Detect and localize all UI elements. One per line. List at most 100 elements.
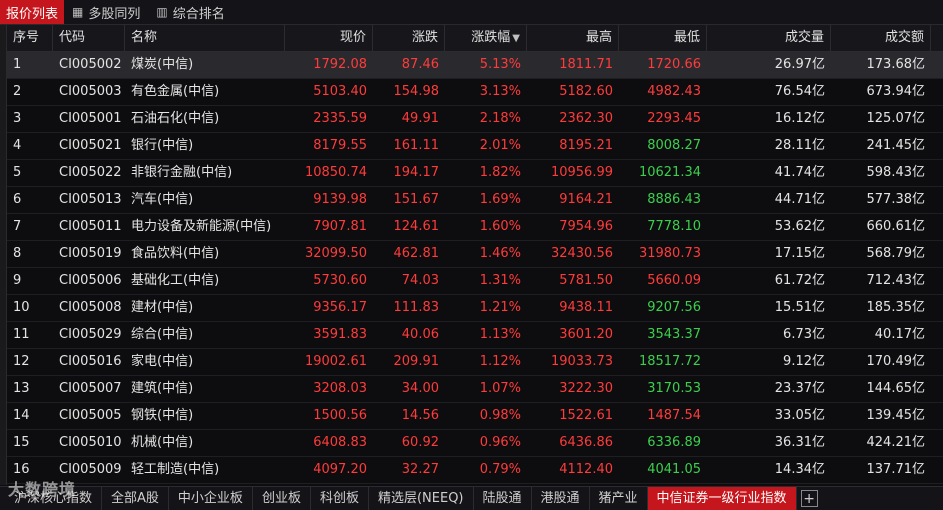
grid-icon: ▦ [72, 5, 84, 19]
row-high: 2362.30 [559, 111, 613, 126]
tab-quote-list[interactable]: 报价列表 [0, 0, 65, 24]
col-header-name[interactable]: 名称 [125, 25, 285, 51]
row-name: 食品饮料(中信) [131, 246, 220, 261]
bottom-tab-0[interactable]: 沪深核心指数 [0, 487, 103, 510]
top-tab-bar: 报价列表 ▦ 多股同列 ▥ 综合排名 [0, 0, 943, 25]
row-low: 8008.27 [647, 138, 701, 153]
table-row[interactable]: 13 CI005007 建筑(中信) 3208.03 34.00 1.07% 3222.30… [7, 376, 943, 403]
col-header-index[interactable]: 序号 [7, 25, 53, 51]
row-price: 9356.17 [313, 300, 367, 315]
row-amount: 40.17亿 [874, 327, 925, 342]
row-index: 10 [13, 300, 30, 315]
col-header-amount[interactable]: 成交额 [831, 25, 931, 51]
row-pct: 0.79% [479, 462, 521, 477]
bottom-tab-6[interactable]: 陆股通 [474, 487, 532, 510]
col-header-volume[interactable]: 成交量 [707, 25, 831, 51]
col-header-code[interactable]: 代码 [53, 25, 125, 51]
add-tab-plus-icon[interactable]: + [800, 490, 818, 507]
row-volume: 41.74亿 [774, 165, 825, 180]
bottom-tab-1[interactable]: 全部A股 [102, 487, 169, 510]
table-row[interactable]: 15 CI005010 机械(中信) 6408.83 60.92 0.96% 6436.86… [7, 430, 943, 457]
row-amount: 424.21亿 [866, 435, 926, 450]
row-pct: 1.82% [479, 165, 521, 180]
bottom-tab-9[interactable]: 中信证券一级行业指数 [647, 487, 797, 510]
table-row[interactable]: 1 CI005002 煤炭(中信) 1792.08 87.46 5.13% 1811.71 1… [7, 52, 943, 79]
row-name: 建材(中信) [131, 300, 194, 315]
sort-desc-icon: ▼ [512, 33, 520, 44]
row-change: 34.00 [401, 381, 439, 396]
bottom-tab-5[interactable]: 精选层(NEEQ) [369, 487, 474, 510]
row-price: 6408.83 [313, 435, 367, 450]
row-code: CI005007 [59, 381, 122, 396]
tab-multi-stock[interactable]: ▦ 多股同列 [64, 0, 148, 24]
row-low: 3170.53 [647, 381, 701, 396]
row-high: 3222.30 [559, 381, 613, 396]
col-header-high[interactable]: 最高 [527, 25, 619, 51]
col-header-change[interactable]: 涨跌 [373, 25, 445, 51]
row-index: 9 [13, 273, 22, 288]
col-header-low[interactable]: 最低 [619, 25, 707, 51]
row-low: 2293.45 [647, 111, 701, 126]
row-volume: 16.12亿 [774, 111, 825, 126]
row-volume: 61.72亿 [774, 273, 825, 288]
row-name: 建筑(中信) [131, 381, 194, 396]
row-code: CI005002 [59, 57, 122, 72]
row-price: 7907.81 [313, 219, 367, 234]
bottom-tab-4[interactable]: 科创板 [311, 487, 369, 510]
table-row[interactable]: 16 CI005009 轻工制造(中信) 4097.20 32.27 0.79% 4112.… [7, 457, 943, 484]
table-row[interactable]: 10 CI005008 建材(中信) 9356.17 111.83 1.21% 9438.1… [7, 295, 943, 322]
row-pct: 1.60% [479, 219, 521, 234]
row-name: 汽车(中信) [131, 192, 194, 207]
bottom-tab-7[interactable]: 港股通 [532, 487, 590, 510]
row-name: 机械(中信) [131, 435, 194, 450]
row-index: 7 [13, 219, 22, 234]
tab-quote-list-label: 报价列表 [6, 6, 59, 22]
quote-table-body: 1 CI005002 煤炭(中信) 1792.08 87.46 5.13% 1811.71 1… [7, 52, 943, 486]
table-row[interactable]: 4 CI005021 银行(中信) 8179.55 161.11 2.01% 8195.21… [7, 133, 943, 160]
bottom-tab-3[interactable]: 创业板 [253, 487, 311, 510]
left-scroll-strip[interactable] [0, 25, 7, 485]
row-low: 7778.10 [647, 219, 701, 234]
col-header-price[interactable]: 现价 [285, 25, 373, 51]
table-row[interactable]: 6 CI005013 汽车(中信) 9139.98 151.67 1.69% 9164.21… [7, 187, 943, 214]
row-volume: 53.62亿 [774, 219, 825, 234]
table-row[interactable]: 5 CI005022 非银行金融(中信) 10850.74 194.17 1.82% 109… [7, 160, 943, 187]
row-change: 154.98 [393, 84, 440, 99]
row-price: 1500.56 [313, 408, 367, 423]
row-index: 1 [13, 57, 22, 72]
row-change: 151.67 [393, 192, 440, 207]
bottom-tab-8[interactable]: 猪产业 [590, 487, 648, 510]
row-price: 10850.74 [304, 165, 367, 180]
table-row[interactable]: 7 CI005011 电力设备及新能源(中信) 7907.81 124.61 1.60% 7… [7, 214, 943, 241]
row-volume: 9.12亿 [783, 354, 825, 369]
tab-ranking[interactable]: ▥ 综合排名 [148, 0, 232, 24]
row-volume: 6.73亿 [783, 327, 825, 342]
table-row[interactable]: 9 CI005006 基础化工(中信) 5730.60 74.03 1.31% 5781.5… [7, 268, 943, 295]
row-code: CI005008 [59, 300, 122, 315]
table-row[interactable]: 8 CI005019 食品饮料(中信) 32099.50 462.81 1.46% 3243… [7, 241, 943, 268]
row-code: CI005029 [59, 327, 122, 342]
tab-multi-stock-label: 多股同列 [88, 6, 141, 22]
row-pct: 2.01% [479, 138, 521, 153]
row-low: 10621.34 [638, 165, 701, 180]
row-name: 钢铁(中信) [131, 408, 194, 423]
row-change: 60.92 [401, 435, 439, 450]
row-name: 有色金属(中信) [131, 84, 220, 99]
table-row[interactable]: 3 CI005001 石油石化(中信) 2335.59 49.91 2.18% 2362.3… [7, 106, 943, 133]
row-code: CI005013 [59, 192, 122, 207]
row-volume: 17.15亿 [774, 246, 825, 261]
row-pct: 1.07% [479, 381, 521, 396]
col-header-pct[interactable]: 涨跌幅 ▼ [445, 25, 527, 51]
row-low: 9207.56 [647, 300, 701, 315]
table-header: 序号 代码 名称 现价 涨跌 涨跌幅 ▼ 最高 最低 成交量 成交额 [7, 25, 943, 52]
table-row[interactable]: 11 CI005029 综合(中信) 3591.83 40.06 1.13% 3601.20… [7, 322, 943, 349]
bottom-tab-2[interactable]: 中小企业板 [169, 487, 253, 510]
table-row[interactable]: 2 CI005003 有色金属(中信) 5103.40 154.98 3.13% 5182.… [7, 79, 943, 106]
row-price: 9139.98 [313, 192, 367, 207]
row-code: CI005021 [59, 138, 122, 153]
row-volume: 14.34亿 [774, 462, 825, 477]
table-row[interactable]: 12 CI005016 家电(中信) 19002.61 209.91 1.12% 19033… [7, 349, 943, 376]
row-name: 非银行金融(中信) [131, 165, 233, 180]
row-low: 1487.54 [647, 408, 701, 423]
table-row[interactable]: 14 CI005005 钢铁(中信) 1500.56 14.56 0.98% 1522.61… [7, 403, 943, 430]
